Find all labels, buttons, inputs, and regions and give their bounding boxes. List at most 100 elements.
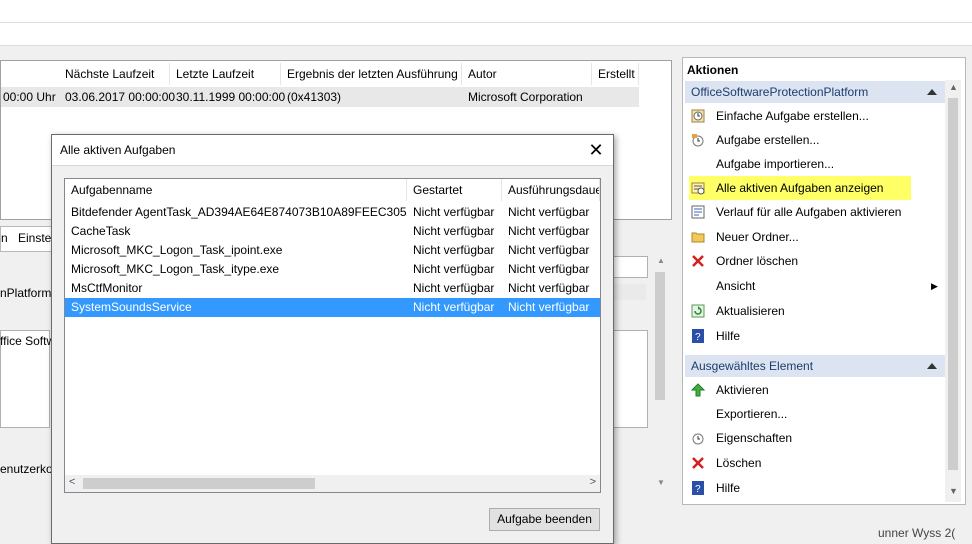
end-task-button[interactable]: Aufgabe beenden (489, 508, 600, 531)
column-duration[interactable]: Ausführungsdaue (502, 179, 600, 201)
action-help[interactable]: ? Hilfe (685, 324, 943, 348)
scroll-thumb[interactable] (83, 478, 315, 489)
action-label: Exportieren... (716, 407, 788, 421)
action-enable-history[interactable]: Verlauf für alle Aufgaben aktivieren (685, 200, 943, 224)
actions-group-selected-label: Ausgewähltes Element (691, 359, 814, 373)
action-import-task[interactable]: Aufgabe importieren... (685, 152, 943, 176)
action-label: Verlauf für alle Aufgaben aktivieren (716, 205, 902, 219)
actions-scrollbar[interactable]: ▲ ▼ (945, 80, 961, 502)
divider (52, 165, 613, 166)
tab-fragment[interactable]: n (1, 231, 8, 245)
svg-text:?: ? (695, 484, 701, 495)
action-delete-folder[interactable]: Ordner löschen (685, 249, 943, 273)
task-duration: Nicht verfügbar (508, 281, 590, 295)
task-started: Nicht verfügbar (413, 205, 495, 219)
action-view[interactable]: Ansicht ▶ (685, 274, 943, 298)
task-create-icon (692, 134, 704, 147)
delete-x-icon (692, 457, 704, 469)
column-last-run[interactable]: Letzte Laufzeit (170, 63, 281, 85)
column-started[interactable]: Gestartet (407, 179, 502, 201)
action-refresh[interactable]: Aktualisieren (685, 299, 943, 323)
action-properties[interactable]: Eigenschaften (685, 426, 943, 450)
list-item[interactable]: Bitdefender AgentTask_AD394AE64E874073B1… (65, 203, 600, 222)
close-icon[interactable]: ✕ (585, 139, 607, 161)
action-label: Hilfe (716, 481, 741, 495)
task-started: Nicht verfügbar (413, 243, 495, 257)
table-cell-time-clip: 00:00 Uhr (3, 90, 56, 104)
table-cell-last-run: 30.11.1999 00:00:00 (176, 90, 286, 104)
refresh-icon (691, 304, 705, 318)
details-field (612, 284, 646, 300)
action-new-folder[interactable]: Neuer Ordner... (685, 225, 943, 249)
top-toolbar (0, 0, 972, 23)
tab-settings[interactable]: Einste (18, 231, 51, 245)
list-item[interactable]: Microsoft_MKC_Logon_Task_ipoint.exe Nich… (65, 241, 600, 260)
collapse-icon[interactable] (927, 363, 937, 369)
user-account-fragment: enutzerko (0, 462, 53, 476)
action-label: Ordner löschen (716, 254, 799, 268)
column-last-result[interactable]: Ergebnis der letzten Ausführung (281, 63, 462, 85)
help-icon: ? (692, 329, 704, 343)
top-toolbar-secondary (0, 23, 972, 46)
action-help-selected[interactable]: ? Hilfe (685, 476, 943, 500)
list-item-selected[interactable]: SystemSoundsService Nicht verfügbar Nich… (65, 298, 600, 317)
folder-icon (691, 232, 705, 243)
scroll-down-icon[interactable]: ▼ (949, 486, 958, 496)
action-label: Ansicht (716, 279, 756, 293)
action-create-task[interactable]: Aufgabe erstellen... (685, 128, 943, 152)
list-horizontal-scrollbar[interactable]: < > (65, 475, 600, 492)
actions-group-task[interactable]: OfficeSoftwareProtectionPlatform (685, 81, 945, 103)
column-next-run[interactable]: Nächste Laufzeit (59, 63, 170, 85)
submenu-arrow-icon: ▶ (931, 281, 938, 291)
actions-group-selected[interactable]: Ausgewähltes Element (685, 355, 945, 377)
action-label: Löschen (716, 456, 762, 470)
dialog-title: Alle aktiven Aufgaben (60, 143, 176, 157)
table-cell-author: Microsoft Corporation (468, 90, 583, 104)
table-cell-next-run: 03.06.2017 00:00:00 (65, 90, 176, 104)
action-label: Neuer Ordner... (716, 230, 799, 244)
action-enable[interactable]: Aktivieren (685, 378, 943, 402)
action-label: Aktualisieren (716, 304, 785, 318)
task-name: Bitdefender AgentTask_AD394AE64E874073B1… (71, 205, 407, 219)
actions-group-task-label: OfficeSoftwareProtectionPlatform (691, 85, 869, 99)
column-task-name[interactable]: Aufgabenname (65, 179, 407, 201)
task-started: Nicht verfügbar (413, 300, 495, 314)
action-create-basic-task[interactable]: Einfache Aufgabe erstellen... (685, 104, 943, 128)
dialog-titlebar[interactable]: Alle aktiven Aufgaben ✕ (52, 135, 613, 165)
svg-text:?: ? (695, 332, 701, 343)
task-name-fragment: nPlatform (0, 286, 52, 300)
list-item[interactable]: MsCtfMonitor Nicht verfügbar Nicht verfü… (65, 279, 600, 298)
list-item[interactable]: Microsoft_MKC_Logon_Task_itype.exe Nicht… (65, 260, 600, 279)
action-label: Aktivieren (716, 383, 769, 397)
description-fragment: ffice Softw (0, 334, 56, 348)
action-delete[interactable]: Löschen (685, 451, 943, 475)
scroll-right-icon[interactable]: > (590, 476, 596, 488)
column-author[interactable]: Autor (462, 63, 592, 85)
action-label: Hilfe (716, 329, 741, 343)
action-label: Eigenschaften (716, 431, 793, 445)
task-duration: Nicht verfügbar (508, 300, 590, 314)
scroll-left-icon[interactable]: < (69, 476, 75, 488)
help-icon: ? (692, 481, 704, 495)
task-duration: Nicht verfügbar (508, 243, 590, 257)
column-created[interactable]: Erstellt (592, 63, 639, 85)
task-started: Nicht verfügbar (413, 281, 495, 295)
action-export[interactable]: Exportieren... (685, 402, 943, 426)
task-name: MsCtfMonitor (71, 281, 143, 295)
collapse-icon[interactable] (927, 89, 937, 95)
task-started: Nicht verfügbar (413, 224, 495, 238)
action-label: Aufgabe importieren... (716, 157, 835, 171)
table-cell-result: (0x41303) (287, 90, 342, 104)
scroll-thumb[interactable] (948, 98, 958, 470)
description-box (612, 330, 648, 428)
properties-clock-icon (692, 433, 704, 445)
list-item[interactable]: CacheTask Nicht verfügbar Nicht verfügba… (65, 222, 600, 241)
actions-title: Aktionen (687, 63, 739, 77)
action-show-running-tasks[interactable]: Alle aktiven Aufgaben anzeigen (685, 176, 943, 200)
scroll-up-icon[interactable]: ▲ (949, 82, 958, 92)
details-scrollbar[interactable]: ▲ ▼ (652, 252, 668, 492)
task-duration: Nicht verfügbar (508, 205, 590, 219)
task-name: CacheTask (71, 224, 131, 238)
task-name: Microsoft_MKC_Logon_Task_itype.exe (71, 262, 280, 276)
task-duration: Nicht verfügbar (508, 262, 590, 276)
